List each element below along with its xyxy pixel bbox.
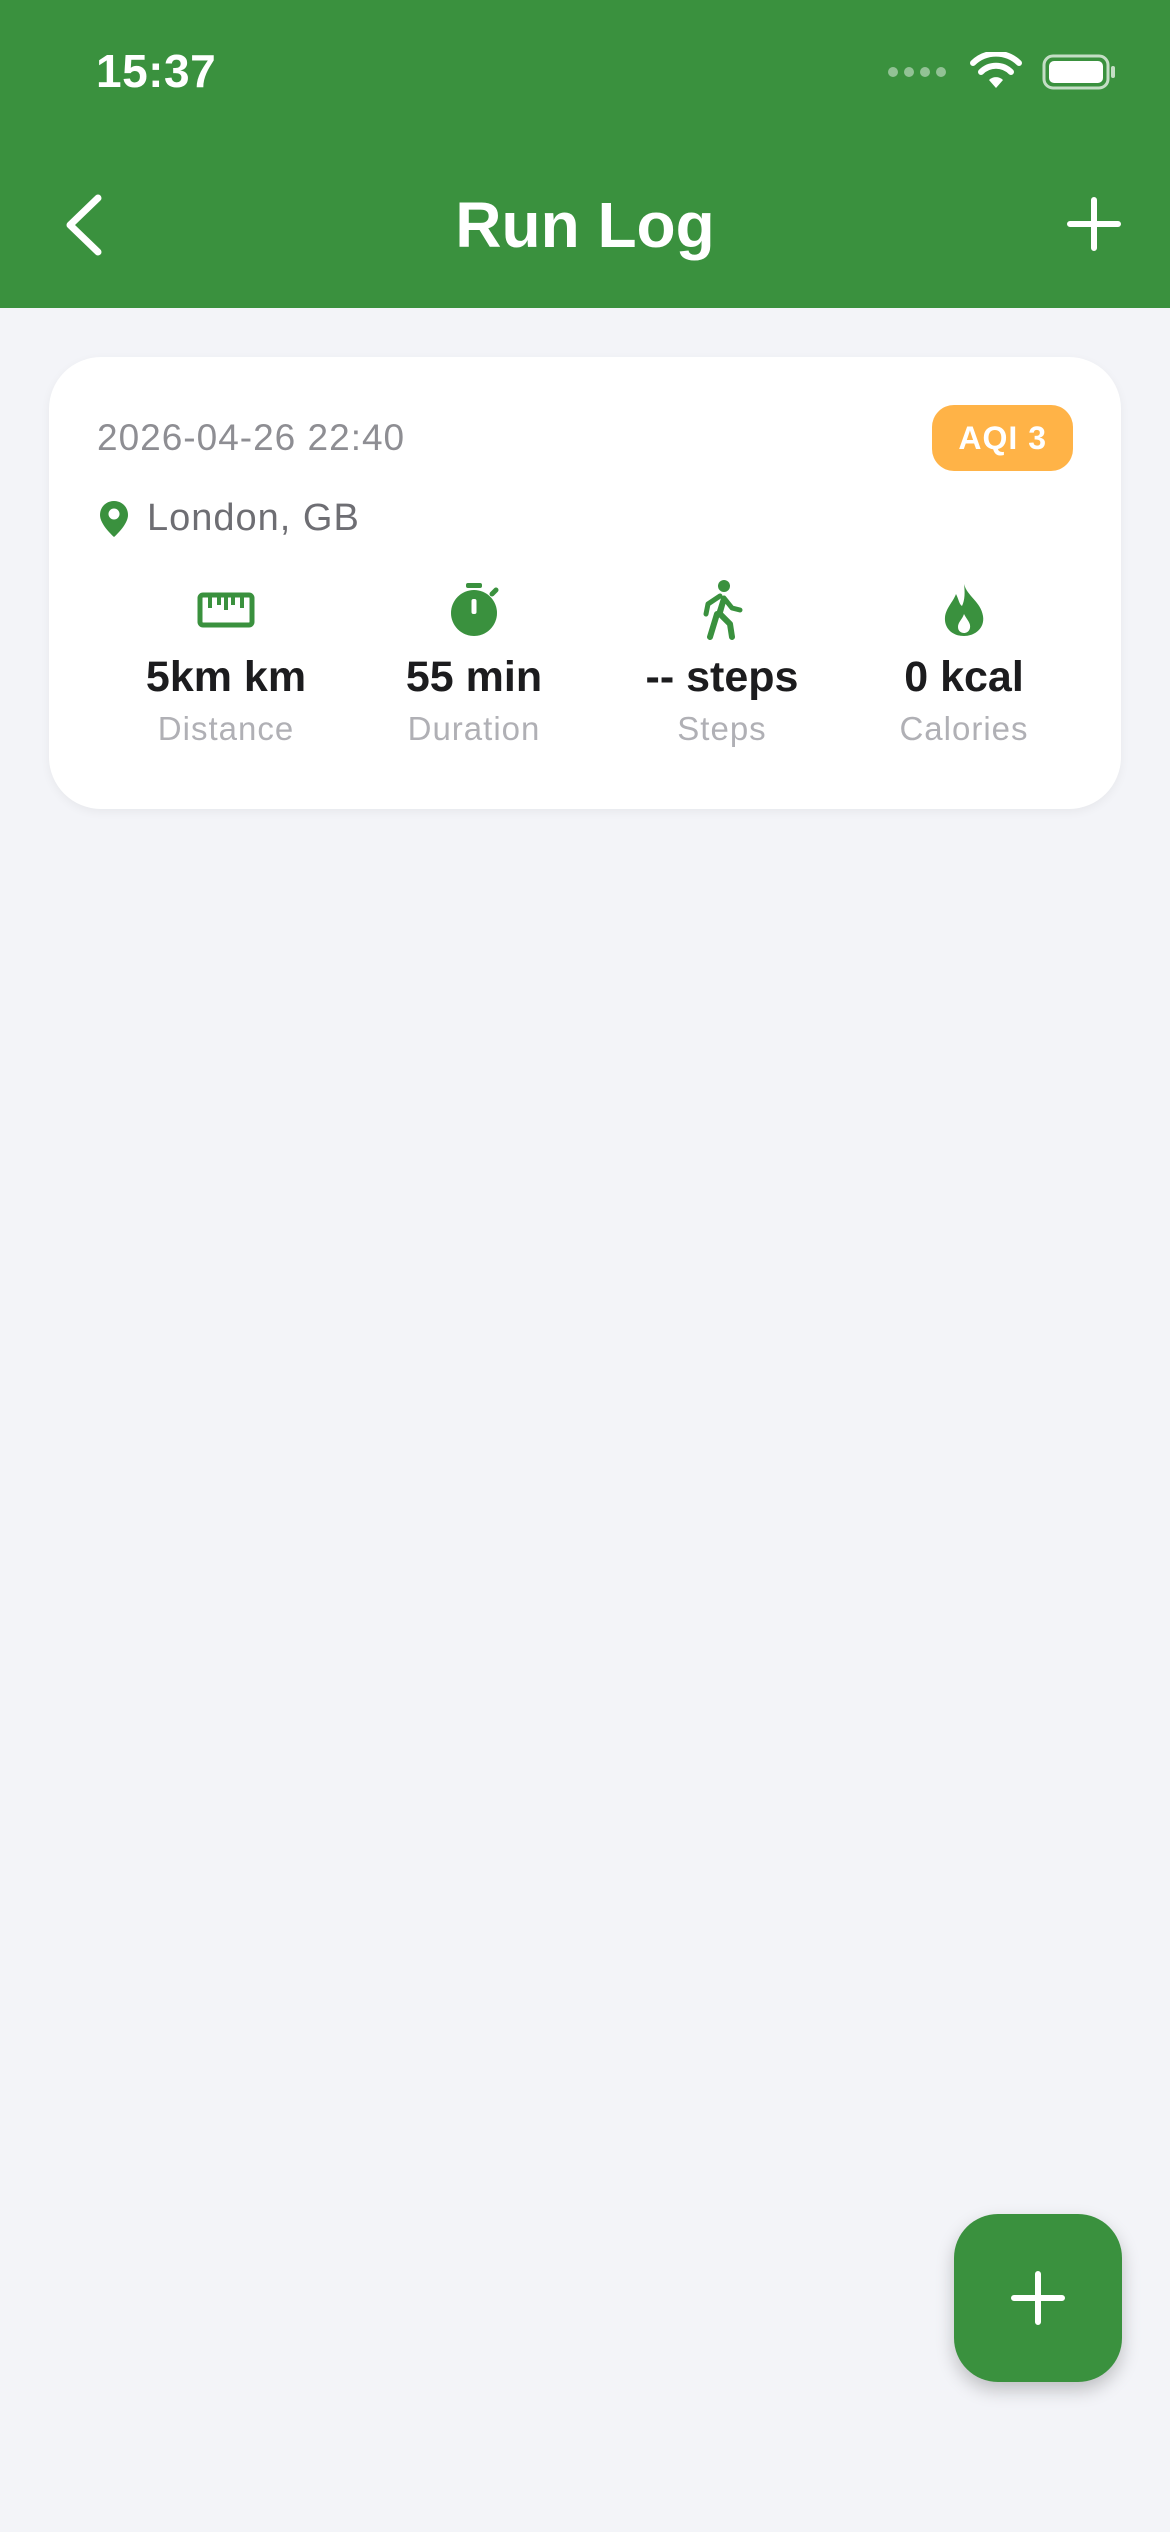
duration-value: 55 min <box>405 653 543 701</box>
plus-icon <box>1067 197 1121 251</box>
flame-icon <box>944 584 984 636</box>
add-run-button[interactable] <box>1062 192 1126 256</box>
battery-icon <box>1042 54 1115 90</box>
location-text: London, GB <box>147 497 360 539</box>
walking-icon <box>703 580 743 640</box>
stat-distance: 5km km Distance <box>96 579 356 748</box>
add-run-fab[interactable] <box>954 2214 1122 2382</box>
status-indicators <box>888 52 1116 92</box>
cellular-signal-icon <box>888 67 946 77</box>
run-entry-card[interactable]: 2026-04-26 22:40 AQI 3 London, GB 5km km… <box>49 357 1121 809</box>
page-title: Run Log <box>455 189 715 261</box>
stopwatch-icon <box>451 583 499 636</box>
calories-value: 0 kcal <box>904 653 1024 701</box>
calories-label: Calories <box>899 710 1029 747</box>
location-pin-icon <box>100 500 128 537</box>
distance-value: 5km km <box>145 653 307 701</box>
duration-label: Duration <box>407 710 541 747</box>
distance-label: Distance <box>157 710 295 747</box>
run-datetime: 2026-04-26 22:40 <box>97 417 406 458</box>
steps-value: -- steps <box>645 653 799 701</box>
wifi-icon <box>970 52 1022 88</box>
location-row: London, GB <box>99 497 360 540</box>
steps-label: Steps <box>677 710 767 747</box>
stat-duration: 55 min Duration <box>344 579 604 748</box>
app-header: 15:37 Run Log <box>0 0 1170 308</box>
stat-calories: 0 kcal Calories <box>834 579 1094 748</box>
status-time: 15:37 <box>96 45 217 97</box>
aqi-badge: AQI 3 <box>932 405 1073 471</box>
ruler-icon <box>197 592 255 628</box>
stat-steps: -- steps Steps <box>592 579 852 748</box>
plus-icon <box>1011 2271 1065 2325</box>
run-stats: 5km km Distance 55 min Duration -- steps… <box>49 579 1121 779</box>
